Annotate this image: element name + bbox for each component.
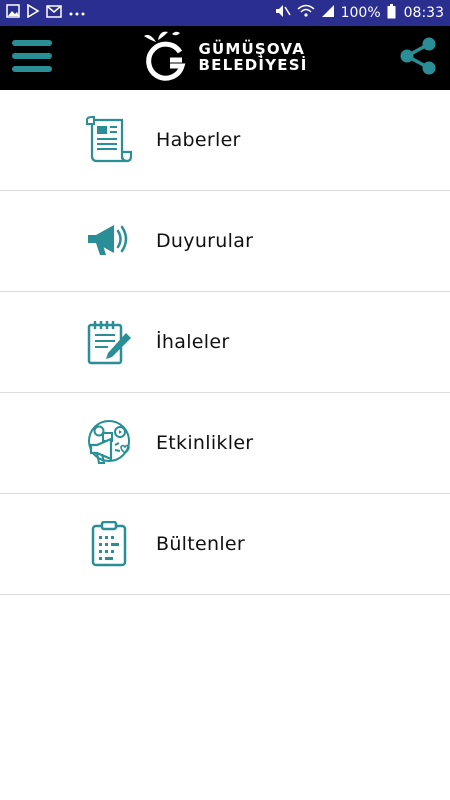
social-media-megaphone-icon <box>64 419 154 467</box>
menu-item-label: Etkinlikler <box>156 432 254 454</box>
menu-item-label: İhaleler <box>156 331 230 353</box>
more-dots-icon <box>68 5 86 21</box>
menu-item-label: Haberler <box>156 129 241 151</box>
clipboard-checklist-icon <box>64 521 154 567</box>
menu-item-bultenler[interactable]: Bültenler <box>0 494 450 595</box>
play-store-icon <box>26 3 40 22</box>
newspaper-icon <box>64 116 154 164</box>
wifi-icon <box>297 4 315 22</box>
menu-item-label: Bültenler <box>156 533 246 555</box>
menu-item-ihaleler[interactable]: İhaleler <box>0 292 450 393</box>
battery-icon <box>387 3 396 23</box>
share-icon <box>398 36 438 80</box>
menu-item-haberler[interactable]: Haberler <box>0 90 450 191</box>
menu-item-duyurular[interactable]: Duyurular <box>0 191 450 292</box>
share-button[interactable] <box>386 26 450 90</box>
image-icon <box>6 4 20 22</box>
logo-emblem-icon <box>142 30 192 86</box>
notepad-pencil-icon <box>64 319 154 365</box>
mute-icon <box>275 4 291 22</box>
menu-item-etkinlikler[interactable]: Etkinlikler <box>0 393 450 494</box>
status-time: 08:33 <box>403 5 444 21</box>
app-bar: GÜMÜŞOVA BELEDİYESİ <box>0 26 450 90</box>
app-logo: GÜMÜŞOVA BELEDİYESİ <box>142 30 307 86</box>
logo-line-2: BELEDİYESİ <box>198 56 308 74</box>
status-bar: 100% 08:33 <box>0 0 450 26</box>
status-left <box>6 3 86 22</box>
menu-button[interactable] <box>0 26 64 90</box>
menu-list: Haberler Duyurular İhaleler Etkinlikler … <box>0 90 450 595</box>
gmail-icon <box>46 4 62 22</box>
battery-percentage: 100% <box>340 5 381 21</box>
logo-text: GÜMÜŞOVA BELEDİYESİ <box>198 41 308 74</box>
status-right: 100% 08:33 <box>275 3 444 23</box>
megaphone-icon <box>64 221 154 261</box>
hamburger-menu-icon <box>12 38 52 78</box>
signal-icon <box>321 4 335 22</box>
menu-item-label: Duyurular <box>156 230 254 252</box>
